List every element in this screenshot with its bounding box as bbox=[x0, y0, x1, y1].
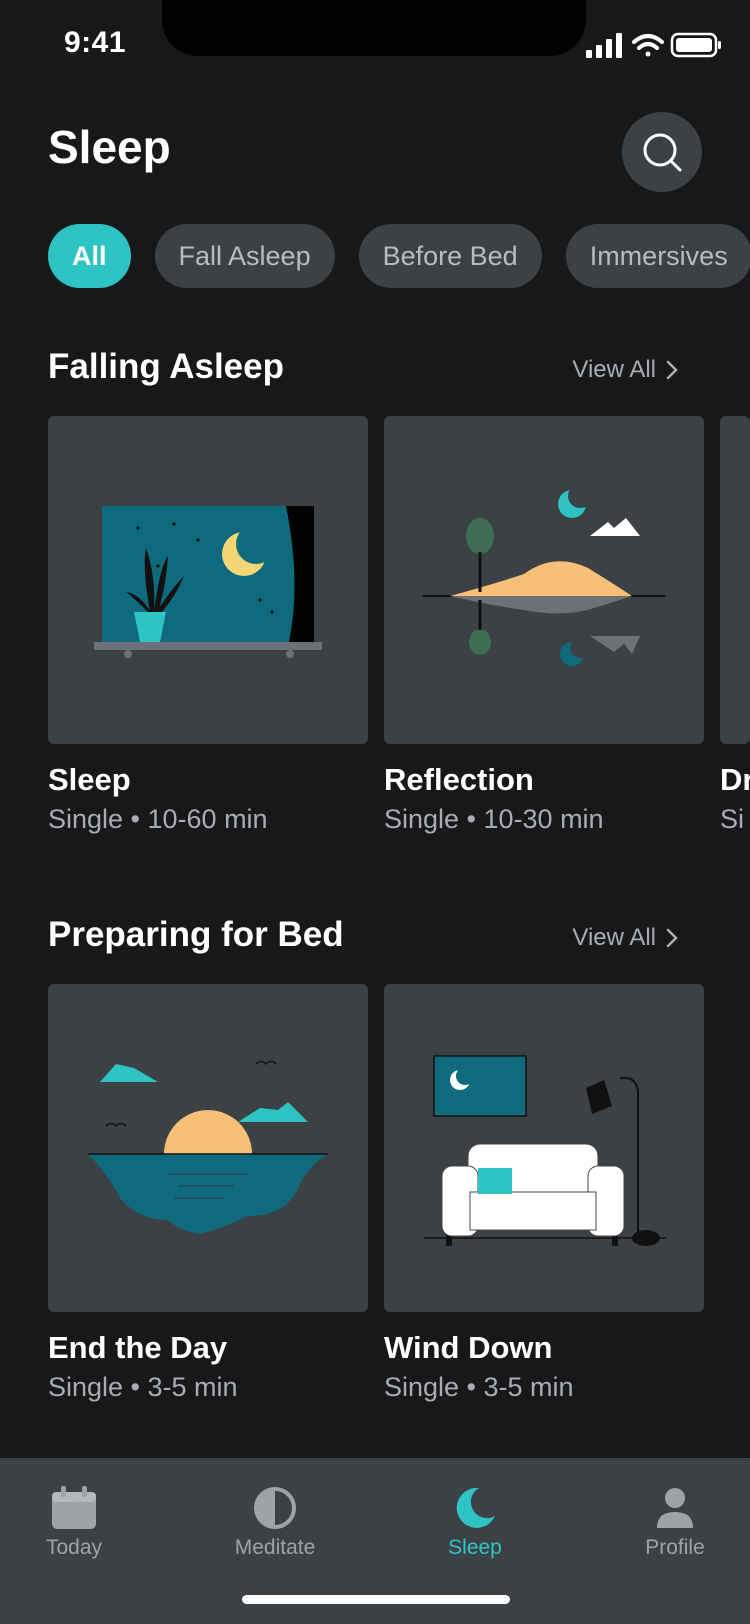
chevron-right-icon bbox=[666, 360, 678, 380]
tab-label: Profile bbox=[645, 1536, 705, 1559]
half-circle-icon bbox=[254, 1487, 296, 1529]
tab-profile[interactable]: Profile bbox=[615, 1486, 735, 1560]
wifi-icon bbox=[632, 34, 664, 57]
living-room-illustration bbox=[424, 1055, 666, 1246]
tab-meditate[interactable]: Meditate bbox=[215, 1486, 335, 1560]
device-notch bbox=[162, 0, 586, 56]
reflection-illustration bbox=[422, 484, 666, 666]
battery-icon bbox=[670, 32, 721, 58]
card-meta: Single • 10-30 min bbox=[384, 804, 604, 834]
section-title-preparing-for-bed: Preparing for Bed bbox=[48, 915, 344, 954]
tab-label: Meditate bbox=[234, 1536, 316, 1559]
chevron-right-icon bbox=[666, 928, 678, 948]
card-meta: Single • 10-60 min bbox=[48, 804, 268, 834]
card-title: End the Day bbox=[48, 1330, 228, 1365]
card-end-the-day[interactable] bbox=[48, 984, 368, 1312]
card-sleep[interactable] bbox=[48, 416, 368, 744]
chip-all[interactable]: All bbox=[48, 224, 131, 288]
card-title: Wind Down bbox=[384, 1330, 553, 1365]
chip-immersives[interactable]: Immersives bbox=[565, 224, 750, 288]
home-indicator bbox=[242, 1595, 510, 1604]
sleep-illustration bbox=[94, 506, 322, 658]
moon-icon bbox=[456, 1487, 495, 1528]
tab-today[interactable]: Today bbox=[14, 1486, 134, 1560]
card-wind-down[interactable] bbox=[384, 984, 704, 1312]
tab-label: Today bbox=[45, 1536, 103, 1559]
tab-label: Sleep bbox=[448, 1536, 502, 1559]
chip-fall-asleep[interactable]: Fall Asleep bbox=[154, 224, 335, 288]
search-icon bbox=[643, 133, 682, 172]
status-icons bbox=[586, 32, 721, 58]
card-title: Reflection bbox=[384, 762, 534, 797]
card-meta: Si bbox=[720, 804, 745, 834]
card-title: Dr bbox=[720, 762, 750, 797]
tab-sleep[interactable]: Sleep bbox=[415, 1486, 535, 1560]
card-meta: Single • 3-5 min bbox=[48, 1372, 238, 1402]
card-meta: Single • 3-5 min bbox=[384, 1372, 574, 1402]
calendar-icon bbox=[52, 1486, 96, 1529]
page-title: Sleep bbox=[48, 121, 171, 173]
sunset-illustration bbox=[88, 1060, 328, 1234]
person-icon bbox=[657, 1488, 693, 1528]
view-all-falling-asleep[interactable]: View All bbox=[572, 356, 678, 384]
view-all-label: View All bbox=[572, 356, 656, 383]
card-reflection[interactable] bbox=[384, 416, 704, 744]
view-all-preparing-for-bed[interactable]: View All bbox=[572, 924, 678, 952]
status-time: 9:41 bbox=[64, 26, 127, 59]
filter-chips: All Fall Asleep Before Bed Immersives bbox=[48, 224, 750, 288]
search-button[interactable] bbox=[622, 112, 702, 192]
card-partial[interactable] bbox=[720, 416, 750, 744]
section-title-falling-asleep: Falling Asleep bbox=[48, 347, 284, 386]
card-title: Sleep bbox=[48, 762, 131, 797]
chip-before-bed[interactable]: Before Bed bbox=[358, 224, 542, 288]
signal-icon bbox=[586, 33, 622, 58]
view-all-label: View All bbox=[572, 924, 656, 951]
